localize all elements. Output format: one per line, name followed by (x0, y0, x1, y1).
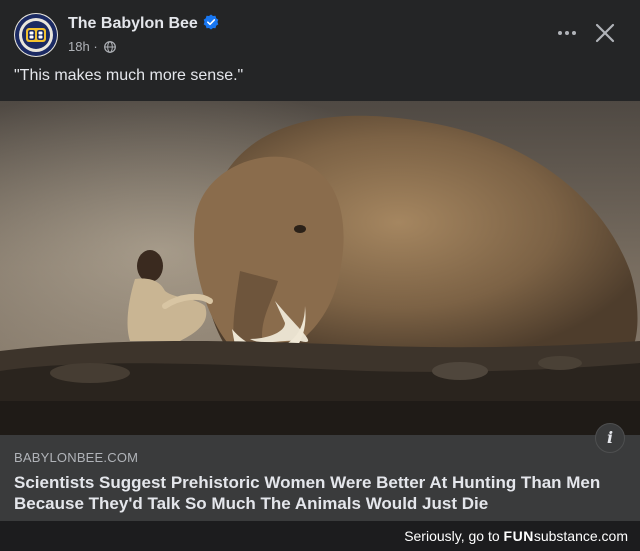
facebook-post: The Babylon Bee 18h · "This makes much m… (0, 0, 640, 551)
post-caption: "This makes much more sense." (14, 67, 244, 84)
close-icon[interactable] (594, 22, 616, 44)
watermark-brand-fun: FUN (503, 528, 534, 544)
article-image[interactable] (0, 101, 640, 435)
watermark-tld: .com (597, 528, 628, 544)
link-domain: BABYLONBEE.COM (14, 450, 139, 465)
author-name[interactable]: The Babylon Bee (68, 15, 198, 32)
post-timestamp[interactable]: 18h (68, 39, 90, 54)
more-options-icon[interactable] (556, 22, 578, 44)
watermark-lead: Seriously, go to (404, 528, 504, 544)
meta-separator: · (93, 39, 98, 54)
verified-badge-icon (203, 14, 219, 30)
mammoth-illustration (0, 101, 640, 435)
watermark-brand-substance: substance (533, 528, 598, 544)
watermark-text: Seriously, go to FUNsubstance.com (404, 528, 628, 544)
info-icon[interactable]: i (595, 423, 625, 453)
watermark-bar: Seriously, go to FUNsubstance.com (0, 521, 640, 551)
post-meta: 18h · (68, 39, 117, 54)
babylon-bee-avatar[interactable] (14, 13, 58, 57)
post-author[interactable]: The Babylon Bee (68, 14, 219, 33)
globe-icon (104, 41, 117, 53)
babylon-bee-logo (15, 14, 57, 56)
link-headline[interactable]: Scientists Suggest Prehistoric Women Wer… (14, 472, 604, 514)
link-preview[interactable]: i BABYLONBEE.COM Scientists Suggest Preh… (0, 423, 640, 521)
